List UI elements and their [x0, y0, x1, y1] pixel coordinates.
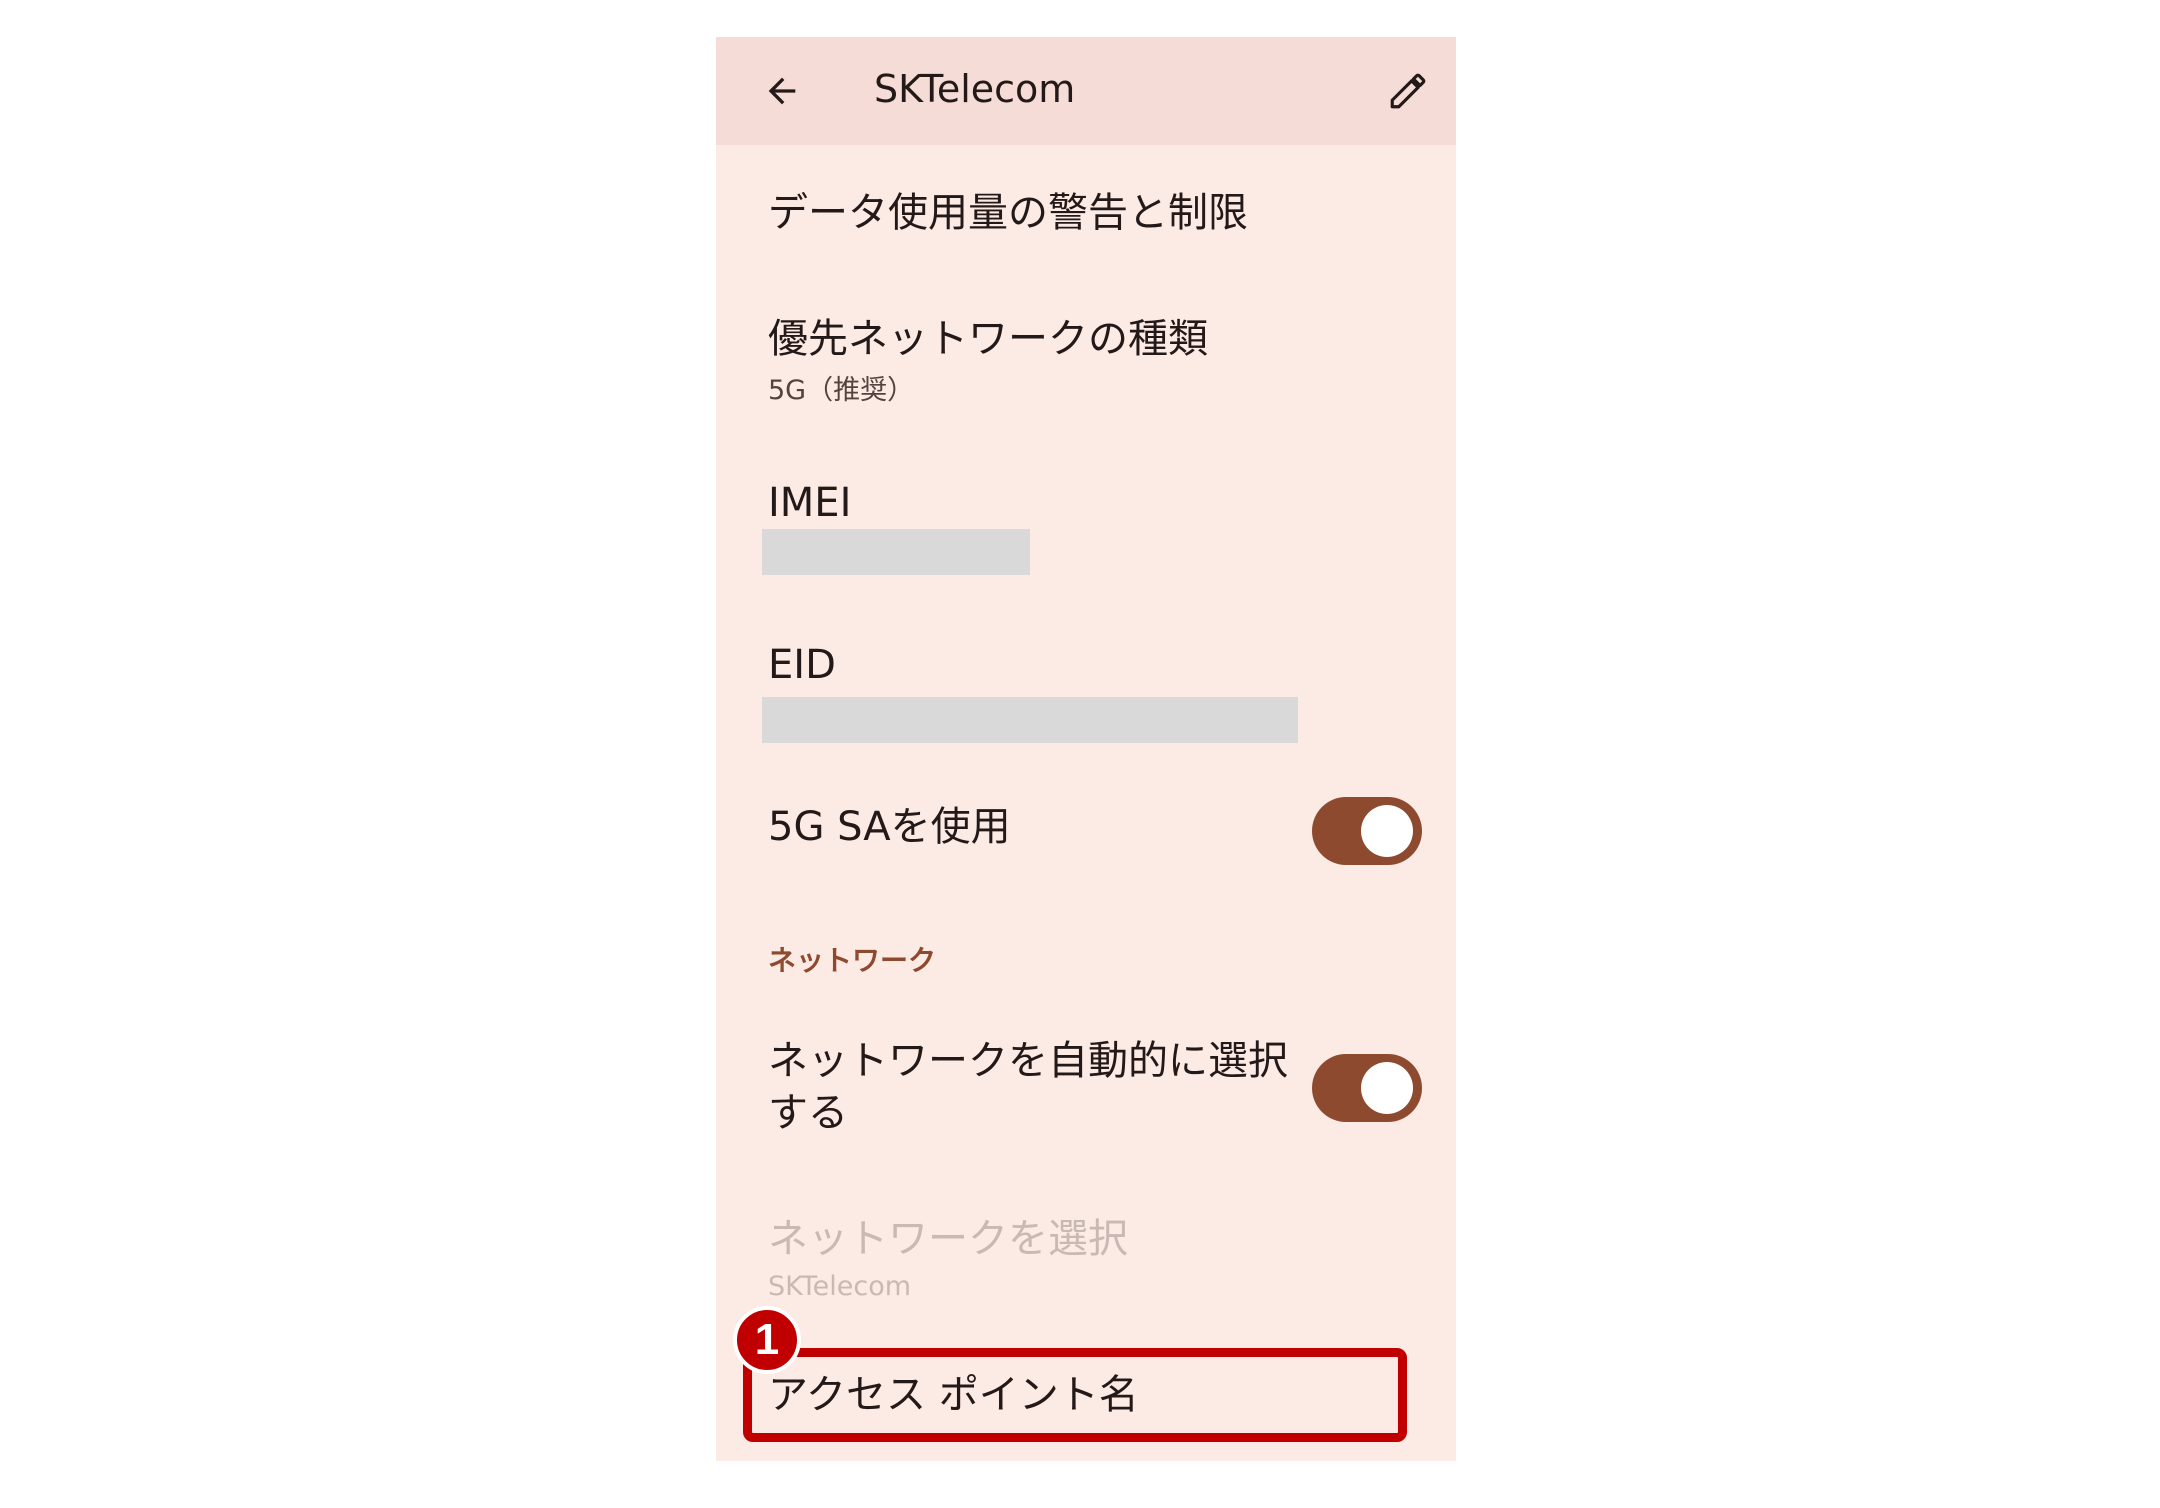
- back-button[interactable]: [752, 61, 812, 121]
- use-5g-sa-toggle[interactable]: [1312, 797, 1422, 865]
- edit-button[interactable]: [1378, 61, 1438, 121]
- imei-redacted-value: [762, 529, 1030, 575]
- page-title: SKTelecom: [874, 67, 1076, 111]
- auto-select-network-item: ネットワークを自動的に選択する: [768, 1038, 1288, 1136]
- eid-redacted-value: [762, 697, 1298, 743]
- imei-item[interactable]: IMEI: [768, 477, 851, 529]
- preferred-network-item[interactable]: 優先ネットワークの種類: [768, 313, 1208, 365]
- arrow-back-icon: [768, 77, 796, 105]
- step-number-badge: 1: [733, 1306, 801, 1374]
- pencil-icon: [1390, 73, 1426, 109]
- select-network-value: SKTelecom: [768, 1271, 912, 1302]
- preferred-network-value: 5G（推奨）: [768, 375, 915, 406]
- select-network-item: ネットワークを選択: [768, 1216, 1128, 1262]
- auto-select-network-toggle[interactable]: [1312, 1054, 1422, 1122]
- toggle-knob: [1361, 805, 1413, 857]
- toggle-knob: [1361, 1062, 1413, 1114]
- use-5g-sa-item: 5G SAを使用: [768, 804, 1011, 850]
- app-bar: SKTelecom: [716, 37, 1456, 145]
- network-section-header: ネットワーク: [768, 944, 937, 977]
- apn-highlight-box: [743, 1348, 1407, 1442]
- eid-item[interactable]: EID: [768, 639, 836, 691]
- data-usage-item[interactable]: データ使用量の警告と制限: [768, 187, 1248, 239]
- settings-screen: SKTelecom データ使用量の警告と制限 優先ネットワークの種類 5G（推奨…: [716, 37, 1456, 1461]
